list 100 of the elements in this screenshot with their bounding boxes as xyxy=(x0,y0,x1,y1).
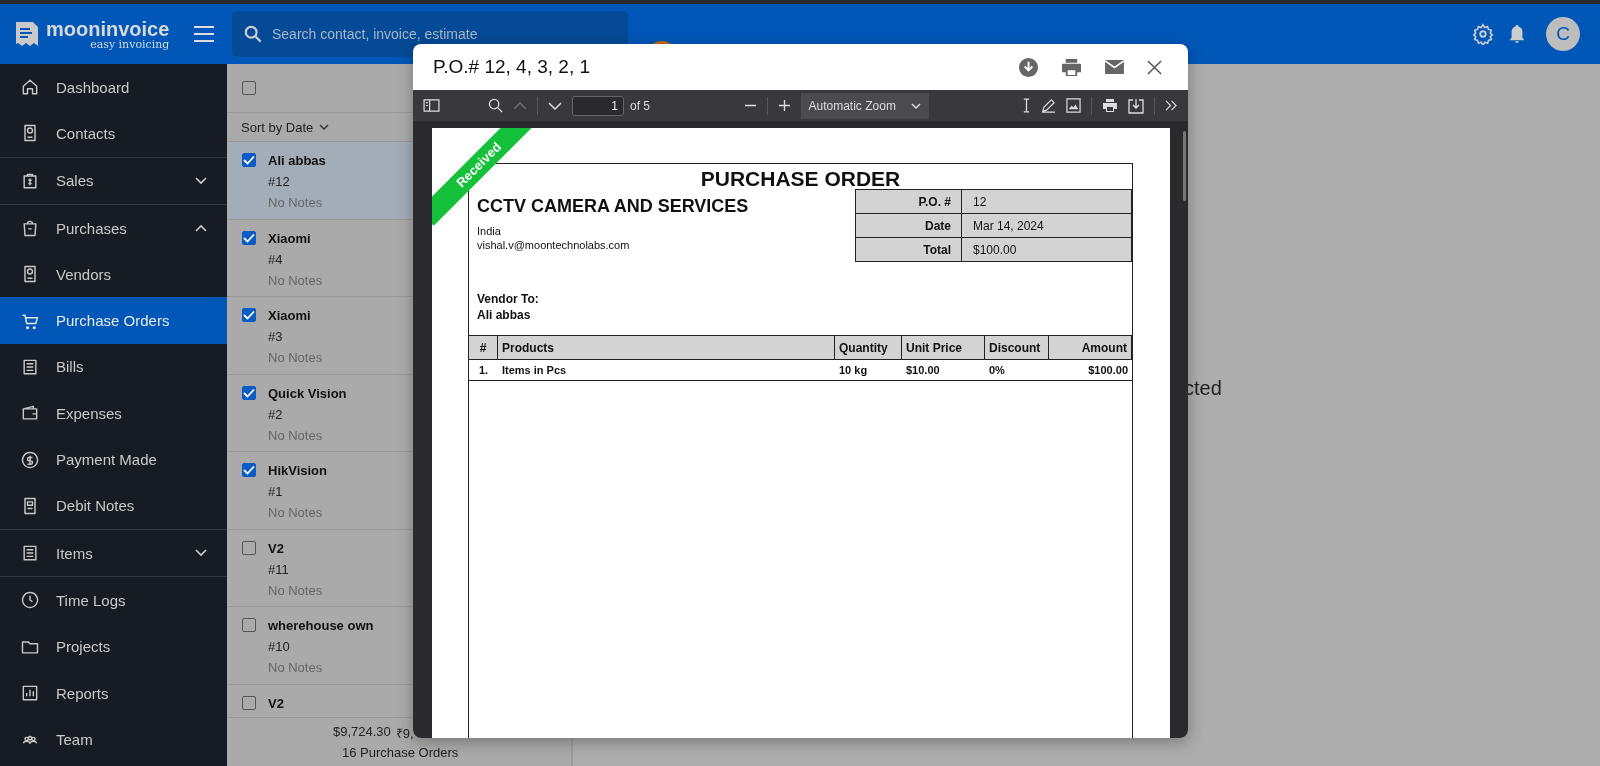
settings-icon[interactable] xyxy=(1472,23,1494,45)
total-amount: $9,724.30 xyxy=(333,724,391,741)
column-header: Products xyxy=(498,336,835,360)
sidebar-item[interactable]: Purchase Orders xyxy=(0,297,227,344)
vendor-name: V2 xyxy=(268,695,284,711)
row-checkbox[interactable] xyxy=(242,230,256,245)
logo-tagline: easy invoicing xyxy=(90,38,170,50)
order-number: #12 xyxy=(268,174,291,189)
close-icon[interactable] xyxy=(1147,59,1162,75)
sidebar-item[interactable]: Contacts xyxy=(0,110,227,157)
order-notes: No Notes xyxy=(268,350,323,365)
sidebar-item[interactable]: Sales xyxy=(0,157,227,204)
table-cell: $10.00 xyxy=(902,360,985,381)
vendor-name: Xiaomi xyxy=(268,308,312,323)
more-tools-icon[interactable] xyxy=(1165,100,1178,111)
caret-icon xyxy=(910,102,921,109)
select-all-checkbox[interactable] xyxy=(242,81,256,95)
order-number: #1 xyxy=(268,484,284,499)
info-label: P.O. # xyxy=(856,190,962,214)
table-cell: $100.00 xyxy=(1049,360,1132,381)
row-checkbox[interactable] xyxy=(242,618,256,632)
scrollbar[interactable] xyxy=(1183,131,1186,201)
sidebar-item[interactable]: Items xyxy=(0,529,227,577)
row-checkbox[interactable] xyxy=(242,308,256,322)
order-number: #4 xyxy=(268,251,284,267)
vendor-name: Ali abbas xyxy=(268,153,326,168)
sidebar-item[interactable]: Time Logs xyxy=(0,577,227,624)
save-icon[interactable] xyxy=(1128,97,1144,114)
row-checkbox[interactable] xyxy=(242,463,256,477)
order-notes: No Notes xyxy=(268,582,323,598)
sidebar-item[interactable]: Bills xyxy=(0,343,227,391)
search-icon[interactable] xyxy=(488,98,503,113)
column-header: # xyxy=(469,336,498,360)
image-icon[interactable] xyxy=(1066,98,1081,113)
info-label: Total xyxy=(856,238,962,262)
order-number: #2 xyxy=(268,406,284,422)
sidebar-item[interactable]: Debit Notes xyxy=(0,482,227,529)
vendor-name: Ali abbas xyxy=(477,307,532,323)
vendor-name: wherehouse own xyxy=(268,618,374,633)
sidebar-item[interactable]: Team xyxy=(0,716,227,763)
search-icon xyxy=(244,25,262,43)
sidebar-item[interactable]: Projects xyxy=(0,623,227,670)
column-header: Discount xyxy=(985,336,1049,360)
sidebar-item[interactable]: Expenses xyxy=(0,390,227,437)
company-address: India xyxy=(477,224,502,238)
next-page-icon[interactable] xyxy=(548,101,562,110)
download-icon[interactable] xyxy=(1018,56,1039,78)
info-label: Date xyxy=(856,214,962,238)
email-icon[interactable] xyxy=(1104,59,1125,75)
row-checkbox[interactable] xyxy=(242,540,256,555)
vendor-name: Quick Vision xyxy=(268,385,347,401)
order-number: #11 xyxy=(268,561,290,577)
order-notes: No Notes xyxy=(268,195,324,210)
zoom-in-icon[interactable] xyxy=(777,99,791,112)
user-avatar[interactable]: C xyxy=(1546,17,1580,51)
text-cursor-icon[interactable] xyxy=(1022,98,1031,113)
page-count: of 5 xyxy=(630,98,650,113)
notification-bell-icon[interactable] xyxy=(1508,24,1526,44)
sidebar-item[interactable]: Purchases xyxy=(0,204,227,252)
table-cell: 1. xyxy=(469,360,498,381)
table-cell: 10 kg xyxy=(835,360,902,381)
column-header: Quantity xyxy=(835,336,902,360)
sidebar-toggle-icon[interactable] xyxy=(423,99,440,112)
info-value: 12 xyxy=(962,190,1132,214)
logo-name: mooninvoice xyxy=(46,18,170,39)
page-number-field[interactable]: 1 xyxy=(572,95,624,116)
row-checkbox[interactable] xyxy=(242,385,256,400)
order-notes: No Notes xyxy=(268,272,323,288)
order-notes: No Notes xyxy=(268,427,324,443)
total-amount: ₹9, xyxy=(395,725,414,742)
sidebar-item[interactable]: Vendors xyxy=(0,251,227,298)
nav-icon xyxy=(20,683,40,703)
order-notes: No Notes xyxy=(268,660,324,675)
info-value: $100.00 xyxy=(962,238,1132,262)
logo-icon xyxy=(14,20,40,48)
print-icon[interactable] xyxy=(1061,57,1082,77)
sidebar-item[interactable]: Dashboard xyxy=(0,64,227,111)
row-checkbox[interactable] xyxy=(242,695,256,710)
table-cell: Items in Pcs xyxy=(498,360,835,381)
vendor-name: V2 xyxy=(268,540,285,556)
table-cell: 0% xyxy=(985,360,1049,381)
zoom-select[interactable]: Automatic Zoom xyxy=(800,92,929,119)
dialog-title: P.O.# 12, 4, 3, 2, 1 xyxy=(433,56,592,78)
print-icon[interactable] xyxy=(1102,98,1118,113)
info-value: Mar 14, 2024 xyxy=(962,214,1132,238)
sidebar-item[interactable]: Reports xyxy=(0,669,227,717)
vendor-name: Xiaomi xyxy=(268,230,312,246)
column-header: Unit Price xyxy=(902,336,985,360)
order-count: 16 Purchase Orders xyxy=(341,745,459,760)
order-number: #3 xyxy=(268,329,284,344)
sidebar-item[interactable]: Payment Made xyxy=(0,436,227,483)
row-checkbox[interactable] xyxy=(242,153,256,167)
menu-icon[interactable] xyxy=(194,26,214,42)
order-number: #10 xyxy=(268,639,291,654)
caret-icon xyxy=(319,124,330,130)
nav-icon xyxy=(20,449,40,470)
vendor-name: HikVision xyxy=(268,463,327,478)
nav-icon xyxy=(20,590,40,611)
pen-icon[interactable] xyxy=(1041,98,1056,113)
column-header: Amount xyxy=(1049,336,1132,360)
